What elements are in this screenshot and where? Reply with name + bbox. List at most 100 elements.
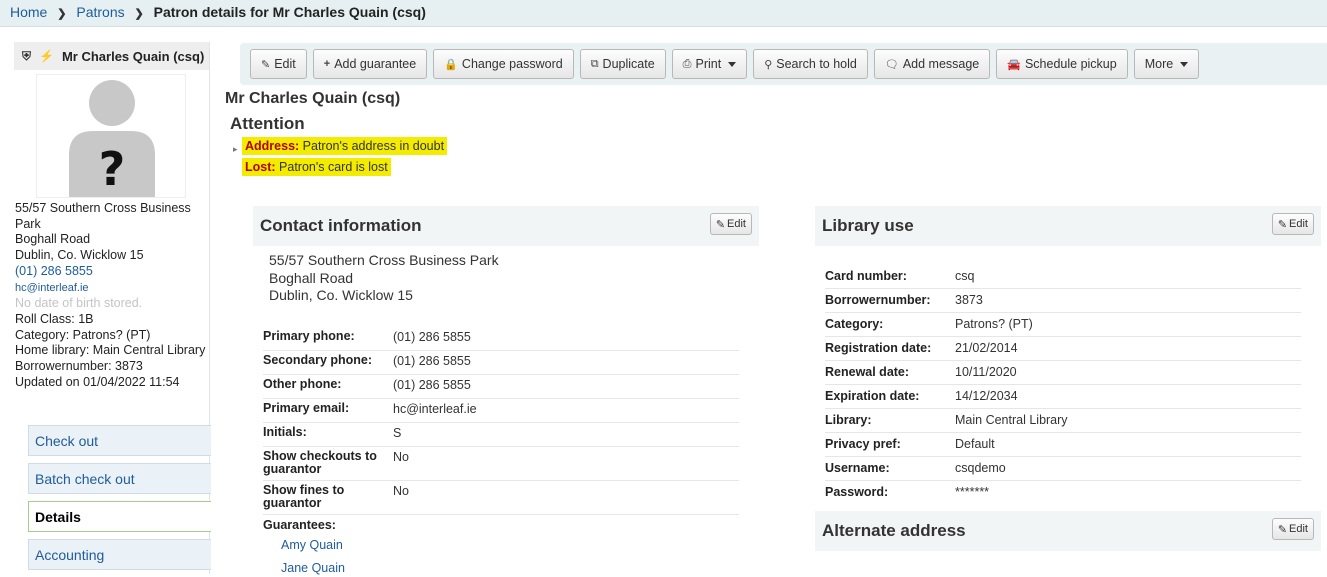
contact-edit-label: Edit	[727, 218, 746, 230]
breadcrumb-current: Patron details for Mr Charles Quain (csq…	[153, 4, 426, 20]
alternate-address-edit-button[interactable]: ✎ Edit	[1271, 518, 1314, 540]
field-label: Library:	[825, 413, 872, 427]
primary-email-link[interactable]: hc@interleaf.ie	[393, 402, 739, 419]
patron-photo-placeholder[interactable]: ?	[36, 74, 186, 198]
guarantees-list: Guarantees: Amy Quain Jane Quain	[263, 518, 345, 575]
alert-key: Address:	[245, 139, 300, 153]
show-checkouts-row: Show checkouts to guarantor No	[263, 447, 739, 481]
edit-button[interactable]: ✎ Edit	[250, 49, 307, 79]
card-number-row: Card number: csq	[825, 265, 1301, 289]
field-label: Username:	[825, 461, 890, 475]
primary-phone-link[interactable]: (01) 286 5855	[393, 330, 739, 347]
address-line-2: Boghall Road	[15, 232, 91, 247]
other-phone-row: Other phone: (01) 286 5855	[263, 375, 739, 399]
borrowernumber-row: Borrowernumber: 3873	[825, 289, 1301, 313]
svg-text:?: ?	[99, 142, 126, 196]
email-link[interactable]: hc@interleaf.ie	[15, 282, 89, 294]
dob-text: No date of birth stored.	[15, 296, 143, 311]
alert-text: Patron's card is lost	[279, 160, 388, 174]
borrowernumber: Borrowernumber: 3873	[15, 359, 143, 374]
alternate-edit-label: Edit	[1289, 523, 1308, 535]
show-checkouts-value: No	[393, 450, 409, 464]
add-message-button[interactable]: 🗨 Add message	[873, 49, 991, 79]
field-value: Main Central Library	[955, 413, 1068, 427]
primary-email-row: Primary email: hc@interleaf.ie	[263, 399, 739, 423]
field-value: *******	[955, 485, 990, 499]
address-line-1: 55/57 Southern Cross Business Park	[15, 201, 191, 231]
updated-on: Updated on 01/04/2022 11:54	[15, 374, 180, 389]
schedule-pickup-button[interactable]: 🚘 Schedule pickup	[996, 49, 1128, 79]
initials-value: S	[393, 426, 402, 440]
chevron-right-icon: ❯	[134, 8, 144, 20]
patron-nav: Check out Batch check out Details Accoun…	[28, 425, 211, 577]
field-value: csq	[955, 269, 975, 283]
patron-name: Mr Charles Quain (csq)	[61, 48, 205, 64]
guarantee-link[interactable]: Amy Quain	[281, 538, 343, 552]
field-label: Registration date:	[825, 341, 932, 355]
comment-icon: 🗨	[884, 58, 899, 71]
patron-brief-info: 55/57 Southern Cross Business Park Bogha…	[15, 201, 211, 390]
contact-info-header: Contact information ✎ Edit	[253, 206, 759, 246]
field-label: Category:	[825, 317, 884, 331]
contact-edit-button[interactable]: ✎ Edit	[709, 213, 752, 235]
show-checkouts-label: Show checkouts to guarantor	[263, 449, 377, 476]
phone-link[interactable]: (01) 286 5855	[15, 264, 93, 278]
duplicate-button[interactable]: ⧉ Duplicate	[579, 49, 666, 79]
other-phone-label: Other phone:	[263, 377, 342, 391]
plus-icon: +	[323, 58, 331, 70]
schedule-pickup-label: Schedule pickup	[1024, 57, 1117, 71]
patron-sidebar: ⛨ ⚡ Mr Charles Quain (csq) ? 55/57 South…	[14, 42, 211, 577]
initials-label: Initials:	[263, 425, 307, 439]
registration-date-row: Registration date: 21/02/2014	[825, 337, 1301, 361]
secondary-phone-link[interactable]: (01) 286 5855	[393, 354, 739, 371]
home-library: Home library: Main Central Library	[15, 343, 206, 358]
change-password-button[interactable]: 🔒 Change password	[433, 49, 574, 79]
breadcrumb-patrons-link[interactable]: Patrons	[76, 4, 124, 20]
field-value: 3873	[955, 293, 983, 307]
password-row: Password: *******	[825, 481, 1301, 505]
alternate-address-header: Alternate address ✎ Edit	[815, 511, 1321, 551]
nav-accounting[interactable]: Accounting	[28, 539, 211, 570]
contact-fields: Primary phone: (01) 286 5855 Secondary p…	[263, 327, 739, 515]
contact-address-line-1: 55/57 Southern Cross Business Park	[269, 252, 499, 268]
chevron-right-icon: ❯	[57, 8, 67, 20]
contact-address-line-3: Dublin, Co. Wicklow 15	[269, 287, 413, 303]
pencil-icon: ✎	[1277, 218, 1288, 231]
library-use-edit-button[interactable]: ✎ Edit	[1271, 213, 1314, 235]
nav-details[interactable]: Details	[28, 501, 211, 532]
field-value: 21/02/2014	[955, 341, 1018, 355]
lost-alert: Lost: Patron's card is lost	[242, 158, 391, 176]
attention-heading: Attention	[230, 114, 305, 133]
search-to-hold-button[interactable]: ⚲ Search to hold	[753, 49, 868, 79]
caret-down-icon	[728, 61, 737, 67]
field-label: Borrowernumber:	[825, 293, 931, 307]
show-fines-value: No	[393, 484, 409, 498]
privacy-pref-row: Privacy pref: Default	[825, 433, 1301, 457]
nav-check-out[interactable]: Check out	[28, 425, 211, 456]
field-label: Renewal date:	[825, 365, 910, 379]
patron-toolbar: ✎ Edit + Add guarantee 🔒 Change password…	[240, 43, 1327, 85]
add-message-label: Add message	[902, 57, 980, 71]
primary-email-label: Primary email:	[263, 401, 350, 415]
secondary-phone-row: Secondary phone: (01) 286 5855	[263, 351, 739, 375]
username-row: Username: csqdemo	[825, 457, 1301, 481]
print-button[interactable]: ⎙ Print	[671, 49, 748, 79]
field-label: Password:	[825, 485, 889, 499]
breadcrumb-home-link[interactable]: Home	[10, 4, 47, 20]
library-use-title: Library use	[822, 216, 914, 235]
guarantee-link[interactable]: Jane Quain	[281, 561, 345, 575]
more-button[interactable]: More	[1133, 49, 1200, 79]
duplicate-label: Duplicate	[602, 57, 655, 71]
car-icon: 🚘	[1007, 58, 1021, 71]
field-label: Expiration date:	[825, 389, 920, 403]
add-guarantee-button[interactable]: + Add guarantee	[312, 49, 428, 79]
field-value: csqdemo	[955, 461, 1006, 475]
change-password-label: Change password	[461, 57, 563, 71]
other-phone-link[interactable]: (01) 286 5855	[393, 378, 739, 395]
field-label: Card number:	[825, 269, 907, 283]
patron-header: ⛨ ⚡ Mr Charles Quain (csq)	[14, 42, 209, 70]
person-unknown-icon: ?	[69, 80, 155, 197]
library-use-header: Library use ✎ Edit	[815, 206, 1321, 246]
contact-info-title: Contact information	[260, 216, 422, 235]
nav-batch-check-out[interactable]: Batch check out	[28, 463, 211, 494]
